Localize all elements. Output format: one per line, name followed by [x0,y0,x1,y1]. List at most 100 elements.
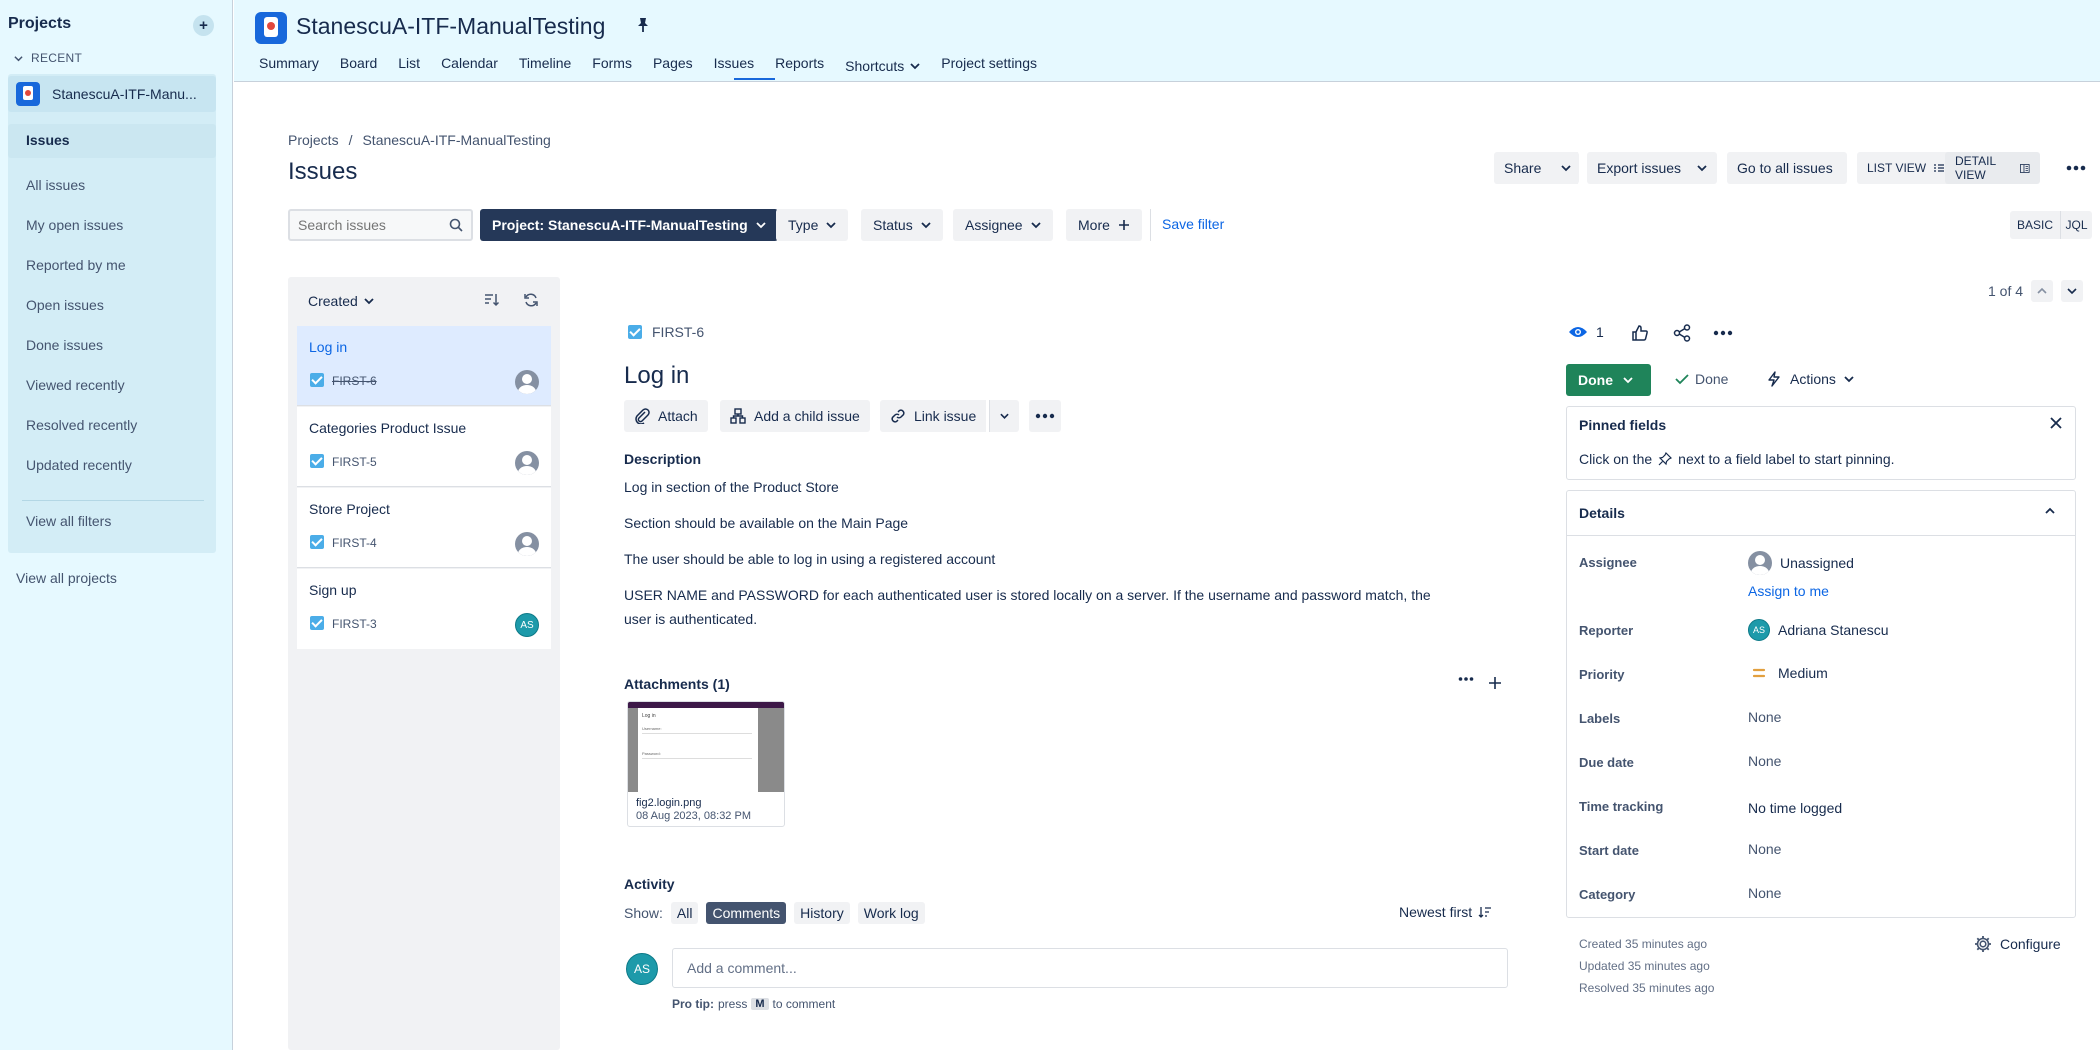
breadcrumb-projects[interactable]: Projects [288,132,339,148]
tab-forms[interactable]: Forms [592,55,632,77]
chevron-up-icon[interactable] [2044,505,2056,517]
sidebar-item-viewed-recently[interactable]: Viewed recently [26,377,125,393]
type-filter-button[interactable]: Type [776,209,849,241]
sidebar-item-open-issues[interactable]: Open issues [26,297,104,313]
description-line[interactable]: The user should be able to log in using … [624,547,1454,571]
sidebar-item-all-issues[interactable]: All issues [26,177,85,193]
link-issue-dropdown[interactable] [989,400,1019,432]
tab-board[interactable]: Board [340,55,377,77]
go-to-all-issues-button[interactable]: Go to all issues [1727,152,1847,184]
attachment-thumbnail[interactable]: Log in Username: Password: fig2.login.pn… [627,701,785,827]
attach-button[interactable]: Attach [624,400,708,432]
pin-icon[interactable] [634,16,652,34]
field-value-priority[interactable]: Medium [1748,665,1828,681]
recent-section-toggle[interactable]: RECENT [14,51,82,65]
attachments-more-icon[interactable] [1458,676,1474,682]
tab-shortcuts[interactable]: Shortcuts [845,55,920,77]
activity-sort-button[interactable]: Newest first [1399,904,1492,920]
issue-key[interactable]: FIRST-6 [652,324,704,340]
add-project-button[interactable]: + [193,15,214,36]
field-value-labels[interactable]: None [1748,709,1781,725]
sort-dropdown[interactable]: Created [308,293,374,309]
sidebar-item-view-all-filters[interactable]: View all filters [26,513,111,529]
issue-card-first-5[interactable]: Categories Product Issue FIRST-5 [297,407,551,487]
more-filters-button[interactable]: More [1066,209,1142,241]
add-attachment-icon[interactable] [1488,676,1502,690]
link-issue-button[interactable]: Link issue [880,400,987,432]
view-all-projects-link[interactable]: View all projects [16,570,117,586]
sidebar-item-my-open-issues[interactable]: My open issues [26,217,123,233]
previous-issue-button[interactable] [2031,280,2054,302]
status-transition-button[interactable]: Done [1566,364,1651,396]
lightning-icon [1768,371,1780,387]
sidebar-item-resolved-recently[interactable]: Resolved recently [26,417,137,433]
basic-search-toggle[interactable]: BASIC [2010,211,2060,239]
actions-dropdown[interactable]: Actions [1766,371,1854,387]
watch-button[interactable]: 1 [1568,324,1604,340]
tab-timeline[interactable]: Timeline [519,55,571,77]
tab-issues[interactable]: Issues [714,55,754,77]
sidebar-item-issues[interactable]: Issues [26,132,70,148]
export-issues-button[interactable]: Export issues [1587,152,1717,184]
tab-calendar[interactable]: Calendar [441,55,498,77]
activity-filter-comments[interactable]: Comments [706,902,787,924]
add-child-issue-button[interactable]: Add a child issue [720,400,870,432]
field-value-due-date[interactable]: None [1748,753,1781,769]
more-icon[interactable] [1713,330,1733,336]
configure-button[interactable]: Configure [1974,935,2061,953]
chevron-down-icon [1623,377,1633,384]
add-comment-field[interactable]: Add a comment... [672,948,1508,988]
assignee-avatar: AS [515,613,539,637]
tab-summary[interactable]: Summary [259,55,319,77]
share-icon[interactable] [1673,324,1691,342]
sort-order-icon[interactable] [484,293,500,307]
chevron-down-icon [14,55,23,61]
assignee-filter-button[interactable]: Assignee [953,209,1053,241]
breadcrumb-project[interactable]: StanescuA-ITF-ManualTesting [362,132,550,148]
activity-filter-work-log[interactable]: Work log [857,902,925,924]
project-filter-button[interactable]: Project: StanescuA-ITF-ManualTesting [480,209,778,241]
pinned-fields-hint: Click on the next to a field label to st… [1579,451,1895,467]
detail-view-button[interactable]: DETAIL VIEW [1945,152,2040,184]
sidebar-project-item[interactable]: StanescuA-ITF-Manu... [8,76,216,112]
sidebar-item-updated-recently[interactable]: Updated recently [26,457,132,473]
field-value-category[interactable]: None [1748,885,1781,901]
issue-card-first-3[interactable]: Sign up FIRST-3 AS [297,569,551,649]
details-header[interactable] [1566,490,2076,536]
issue-card-first-6[interactable]: Log in FIRST-6 [297,326,551,406]
issue-title[interactable]: Log in [624,362,689,390]
description-line[interactable]: Log in section of the Product Store [624,475,1454,499]
activity-filter-all[interactable]: All [670,902,699,924]
status-filter-button[interactable]: Status [861,209,943,241]
jql-search-toggle[interactable]: JQL [2060,211,2092,239]
activity-filter-history[interactable]: History [794,902,850,924]
sidebar-item-done-issues[interactable]: Done issues [26,337,103,353]
tab-pages[interactable]: Pages [653,55,693,77]
tab-list[interactable]: List [398,55,420,77]
tab-reports[interactable]: Reports [775,55,824,77]
child-issue-icon [730,408,746,424]
issue-more-button[interactable] [1029,400,1061,432]
next-issue-button[interactable] [2061,280,2084,302]
chevron-down-icon [364,298,374,305]
share-dropdown-button[interactable] [1557,152,1579,184]
assign-to-me-link[interactable]: Assign to me [1748,583,1829,599]
search-issues-field[interactable] [288,209,473,241]
field-value-reporter[interactable]: AS Adriana Stanescu [1748,619,1889,641]
more-actions-button[interactable] [2058,152,2100,184]
sidebar-item-reported-by-me[interactable]: Reported by me [26,257,126,273]
assignee-filter-label: Assignee [965,217,1023,233]
status-button-label: Done [1578,372,1613,388]
refresh-icon[interactable] [523,292,539,308]
description-line[interactable]: Section should be available on the Main … [624,511,1454,535]
field-value-time-tracking[interactable]: No time logged [1748,800,1842,816]
tab-project-settings[interactable]: Project settings [941,55,1037,77]
close-icon[interactable] [2049,416,2063,430]
field-value-start-date[interactable]: None [1748,841,1781,857]
save-filter-button[interactable]: Save filter [1162,216,1224,232]
thumbs-up-icon[interactable] [1631,324,1649,342]
search-input[interactable] [298,217,438,233]
field-value-assignee[interactable]: Unassigned [1748,551,1854,575]
issue-card-first-4[interactable]: Store Project FIRST-4 [297,488,551,568]
description-line[interactable]: USER NAME and PASSWORD for each authenti… [624,583,1454,631]
